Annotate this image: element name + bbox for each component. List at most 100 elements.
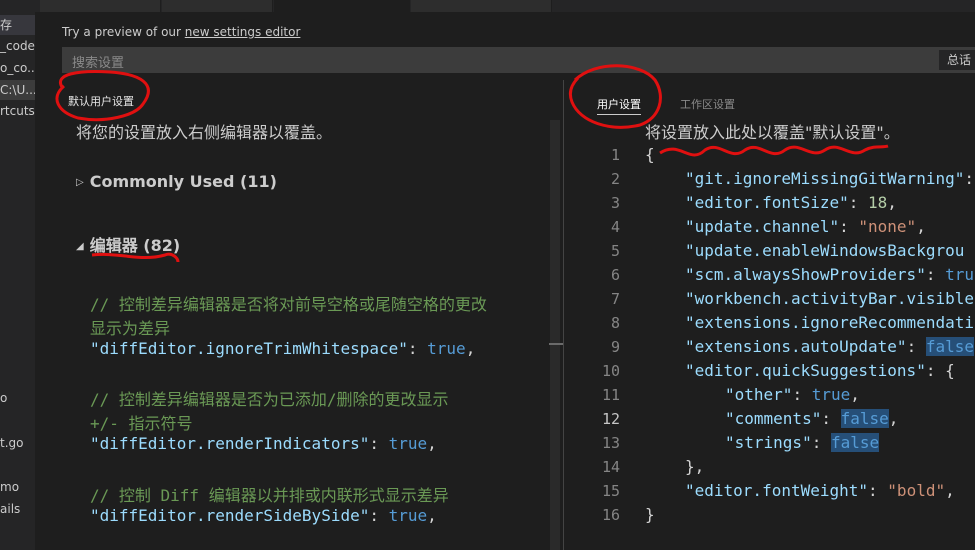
setting-key: "editor.quickSuggestions"	[685, 361, 926, 380]
line-number: 3	[610, 194, 620, 212]
setting-key: "diffEditor.renderSideBySide"	[90, 506, 370, 525]
code-line[interactable]: }	[645, 505, 655, 524]
code-line[interactable]: "update.channel": "none",	[685, 217, 926, 236]
editor-tab[interactable]	[162, 0, 273, 12]
code-line[interactable]: "workbench.activityBar.visible	[685, 289, 974, 308]
setting-entry[interactable]: "diffEditor.ignoreTrimWhitespace": true,	[90, 339, 475, 358]
code-line[interactable]: "comments": false,	[725, 409, 898, 428]
explorer-sidebar: 存 _code o_co... C:\U... rtcuts o t.go mo…	[0, 12, 35, 550]
explorer-item[interactable]: 存	[0, 15, 35, 35]
code-line[interactable]: "update.enableWindowsBackgrou	[685, 241, 964, 260]
explorer-item[interactable]: t.go	[0, 433, 35, 453]
setting-value: tru	[945, 265, 974, 284]
preview-banner: Try a preview of our new settings editor	[62, 25, 300, 39]
setting-entry[interactable]: "diffEditor.renderIndicators": true,	[90, 434, 437, 453]
trailing-comma: ,	[465, 339, 476, 358]
comment-text: 显示为差异	[90, 319, 171, 338]
brace: }	[645, 505, 655, 524]
line-number: 13	[601, 434, 620, 452]
line-number: 1	[610, 146, 620, 164]
code-line[interactable]: "editor.fontSize": 18,	[685, 193, 897, 212]
code-line[interactable]: "other": true,	[725, 385, 860, 404]
setting-value: true	[388, 506, 428, 525]
explorer-item[interactable]: rtcuts	[0, 101, 35, 121]
setting-comment: // 控制差异编辑器是否将对前导空格或尾随空格的更改	[90, 291, 487, 315]
setting-value: true	[388, 434, 428, 453]
group-label: 编辑器 (82)	[89, 236, 181, 255]
divider-handle[interactable]	[549, 343, 563, 345]
separator: :	[407, 339, 428, 358]
user-settings-description: 将设置放入此处以覆盖"默认设置"。	[645, 123, 900, 142]
code-line[interactable]: "git.ignoreMissingGitWarning": true	[685, 169, 975, 188]
setting-key: "scm.alwaysShowProviders"	[685, 265, 926, 284]
separator: :	[868, 481, 888, 500]
editor-tab-active[interactable]	[274, 0, 410, 12]
explorer-item[interactable]: o_co...	[0, 58, 35, 78]
line-number: 2	[610, 170, 620, 188]
trailing-comma: ,	[427, 434, 437, 453]
code-line[interactable]: "strings": false	[725, 433, 880, 452]
separator: :	[821, 409, 841, 428]
code-line[interactable]: "editor.quickSuggestions": {	[685, 361, 955, 380]
setting-value: "none"	[858, 217, 917, 236]
code-line[interactable]: "extensions.ignoreRecommendati	[685, 313, 974, 332]
group-editor[interactable]: ◢ 编辑器 (82)	[76, 232, 180, 256]
tab-workspace-settings[interactable]: 工作区设置	[680, 96, 735, 112]
editor-tab[interactable]	[411, 0, 552, 12]
setting-comment: 显示为差异	[90, 315, 170, 339]
setting-key: "workbench.activityBar.visible	[685, 289, 974, 308]
code-line[interactable]: {	[645, 145, 655, 164]
setting-key: "diffEditor.renderIndicators"	[90, 434, 370, 453]
code-line[interactable]: "scm.alwaysShowProviders": tru	[685, 265, 974, 284]
editor-tab[interactable]	[40, 0, 161, 12]
explorer-item[interactable]: ails	[0, 499, 35, 519]
setting-entry[interactable]: "diffEditor.renderSideBySide": true,	[90, 506, 437, 525]
explorer-item[interactable]: _code	[0, 36, 35, 56]
separator: :	[925, 265, 946, 284]
code-line[interactable]: },	[685, 457, 704, 476]
search-settings-input[interactable]: 搜索设置 总话	[62, 47, 975, 73]
setting-key: "comments"	[725, 409, 822, 428]
setting-key: "diffEditor.ignoreTrimWhitespace"	[90, 339, 408, 358]
pane-divider[interactable]	[563, 80, 564, 550]
tab-default-user-settings[interactable]: 默认用户设置	[68, 93, 134, 109]
trailing-comma: ,	[888, 409, 899, 428]
setting-value: false	[830, 433, 880, 452]
setting-comment: // 控制差异编辑器是否为已添加/删除的更改显示	[90, 386, 449, 410]
line-number: 5	[610, 242, 620, 260]
setting-value: {	[945, 361, 955, 380]
default-settings-description: 将您的设置放入右侧编辑器以覆盖。	[76, 123, 333, 142]
line-number: 8	[610, 314, 620, 332]
separator: :	[964, 169, 974, 188]
comment-text: // 控制差异编辑器是否为已添加/删除的更改显示	[90, 390, 449, 409]
tab-user-settings[interactable]: 用户设置	[597, 96, 641, 112]
setting-key: "other"	[725, 385, 793, 404]
explorer-item[interactable]: o	[0, 388, 35, 408]
group-label: Commonly Used (11)	[89, 172, 277, 191]
search-placeholder: 搜索设置	[72, 56, 125, 71]
setting-value: false	[925, 337, 974, 356]
new-settings-editor-link[interactable]: new settings editor	[185, 25, 301, 39]
separator: :	[925, 361, 946, 380]
setting-value: 18	[868, 193, 888, 212]
separator: :	[369, 434, 389, 453]
line-number: 11	[601, 386, 620, 404]
annotation-squiggle-right	[659, 144, 889, 157]
brace: {	[645, 145, 655, 164]
trailing-comma: ,	[850, 385, 860, 404]
group-commonly-used[interactable]: ▷ Commonly Used (11)	[76, 172, 277, 191]
setting-key: "git.ignoreMissingGitWarning"	[685, 169, 965, 188]
separator: :	[839, 217, 859, 236]
left-pane-scrollbar[interactable]	[550, 120, 560, 550]
code-line[interactable]: "extensions.autoUpdate": false	[685, 337, 974, 356]
trailing-comma: ,	[945, 481, 955, 500]
code-line[interactable]: "editor.fontWeight": "bold",	[685, 481, 955, 500]
separator: :	[811, 433, 831, 452]
setting-value: false	[840, 409, 889, 428]
explorer-item[interactable]: C:\U...	[0, 80, 35, 100]
setting-value: true	[811, 385, 851, 404]
explorer-item[interactable]: mo	[0, 477, 35, 497]
line-number: 15	[601, 482, 620, 500]
setting-key: "update.enableWindowsBackgrou	[685, 241, 965, 260]
trailing-comma: ,	[427, 506, 437, 525]
